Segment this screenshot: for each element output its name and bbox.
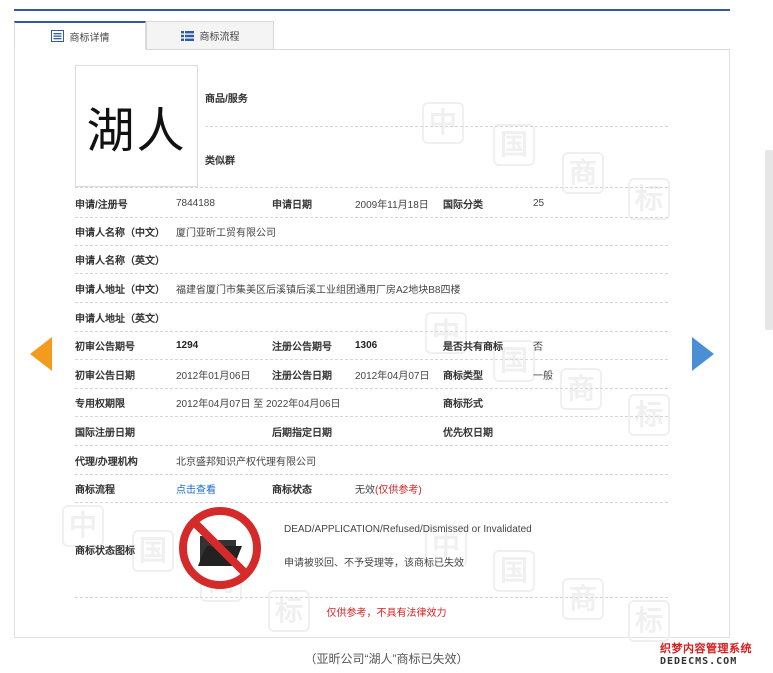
field-label: 申请人名称（英文）	[75, 256, 165, 267]
info-row-announcement-issue: 初审公告期号 1294 注册公告期号 1306 是否共有商标 否	[75, 332, 668, 360]
field-label: 申请人名称（中文）	[75, 228, 165, 239]
tab-label: 商标流程	[199, 32, 240, 43]
field-label: 国际分类	[443, 200, 483, 211]
registration-announcement-date: 2012年04月07日	[355, 371, 430, 382]
tab-trademark-detail[interactable]: 商标详情	[14, 21, 146, 50]
info-row-international-dates: 国际注册日期 后期指定日期 优先权日期	[75, 418, 668, 446]
tab-trademark-flow[interactable]: 商标流程	[146, 21, 274, 50]
field-label: 申请/注册号	[75, 200, 128, 211]
field-label: 注册公告日期	[272, 371, 332, 382]
field-label: 初审公告日期	[75, 371, 135, 382]
list-icon	[50, 30, 64, 42]
field-label: 初审公告期号	[75, 342, 135, 353]
shared-trademark-value: 否	[533, 342, 543, 353]
application-date: 2009年11月18日	[355, 200, 429, 211]
flow-list-icon	[180, 30, 194, 42]
info-row-agency: 代理/办理机构 北京盛邦知识产权代理有限公司	[75, 447, 668, 475]
status-description-en: DEAD/APPLICATION/Refused/Dismissed or In…	[284, 524, 532, 535]
field-label: 申请人地址（英文）	[75, 314, 165, 325]
field-label: 注册公告期号	[272, 342, 332, 353]
next-arrow-icon[interactable]	[692, 337, 714, 371]
info-row-application-number: 申请/注册号 7844188 申请日期 2009年11月18日 国际分类 25	[75, 190, 668, 218]
goods-services-label: 商品/服务	[205, 94, 248, 105]
status-note: (仅供参考)	[375, 485, 422, 496]
site-watermark-top: 织梦内容管理系统	[660, 642, 752, 655]
preliminary-announcement-date: 2012年01月06日	[176, 371, 251, 382]
exclusive-right-term: 2012年04月07日 至 2022年04月06日	[176, 399, 341, 410]
field-label: 代理/办理机构	[75, 457, 138, 468]
scrollbar[interactable]	[765, 150, 773, 330]
info-row-applicant-name-en: 申请人名称（英文）	[75, 246, 668, 274]
info-row-exclusive-term: 专用权期限 2012年04月07日 至 2022年04月06日 商标形式	[75, 389, 668, 417]
previous-arrow-icon[interactable]	[30, 337, 52, 371]
field-label: 是否共有商标	[443, 342, 503, 353]
trademark-image-text: 湖人	[86, 103, 187, 159]
field-label: 申请人地址（中文）	[75, 285, 165, 296]
applicant-address-cn: 福建省厦门市集美区后溪镇后溪工业组团通用厂房A2地块B8四楼	[176, 285, 461, 296]
site-watermark-logo: 织梦内容管理系统 DEDECMS.COM	[660, 640, 770, 668]
image-caption: （亚昕公司“湖人”商标已失效）	[304, 652, 469, 666]
info-row-applicant-name-cn: 申请人名称（中文） 厦门亚昕工贸有限公司	[75, 218, 668, 246]
preliminary-issue-number: 1294	[176, 340, 199, 351]
info-row-flow-status: 商标流程 点击查看 商标状态 无效 (仅供参考)	[75, 475, 668, 503]
status-icon-row: 商标状态图标 DEAD/APPLICATION/Refused/Dismisse…	[75, 504, 668, 597]
info-row-applicant-address-en: 申请人地址（英文）	[75, 304, 668, 332]
field-label: 商标形式	[443, 399, 483, 410]
status-description-cn: 申请被驳回、不予受理等，该商标已失效	[284, 558, 464, 569]
field-label: 专用权期限	[75, 399, 125, 410]
registration-issue-number: 1306	[355, 340, 378, 351]
field-label: 商标流程	[75, 485, 115, 496]
view-flow-link[interactable]: 点击查看	[176, 475, 216, 502]
applicant-name-cn: 厦门亚昕工贸有限公司	[176, 228, 276, 239]
info-row-announcement-date: 初审公告日期 2012年01月06日 注册公告日期 2012年04月07日 商标…	[75, 361, 668, 389]
trademark-status: 无效 (仅供参考)	[355, 475, 422, 502]
tab-label: 商标详情	[69, 32, 110, 44]
trademark-image: 湖人	[75, 65, 198, 187]
top-accent-rule	[14, 9, 730, 11]
international-class: 25	[533, 198, 545, 209]
field-label: 商标状态	[272, 485, 312, 496]
status-value: 无效	[355, 485, 375, 496]
info-row-applicant-address-cn: 申请人地址（中文） 福建省厦门市集美区后溪镇后溪工业组团通用厂房A2地块B8四楼	[75, 275, 668, 303]
field-label: 申请日期	[272, 200, 312, 211]
application-number: 7844188	[176, 198, 215, 209]
site-watermark-bottom: DEDECMS.COM	[660, 656, 738, 667]
invalid-folder-icon	[178, 506, 262, 590]
field-label: 商标类型	[443, 371, 483, 382]
field-label: 商标状态图标	[75, 546, 135, 557]
field-label: 优先权日期	[443, 428, 493, 439]
field-label: 后期指定日期	[272, 428, 332, 439]
agency-name: 北京盛邦知识产权代理有限公司	[176, 457, 316, 468]
trademark-type-value: 一般	[533, 371, 553, 382]
tab-bar: 商标详情 商标流程	[14, 21, 730, 51]
similar-group-label: 类似群	[205, 156, 235, 167]
legal-disclaimer: 仅供参考，不具有法律效力	[326, 608, 447, 619]
field-label: 国际注册日期	[75, 428, 135, 439]
